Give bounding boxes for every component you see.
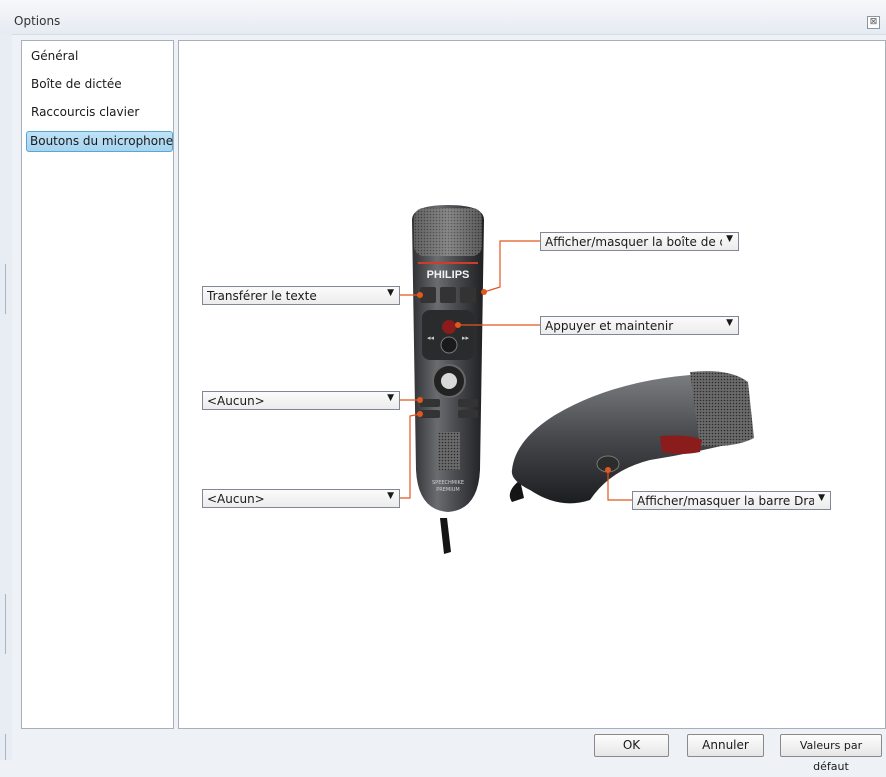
mapping-dropdown-top-right[interactable]: Afficher/masquer la boîte de dicte ▼: [540, 232, 739, 251]
mapping-dropdown-play-value: Appuyer et maintenir: [545, 319, 674, 333]
chevron-down-icon: ▼: [387, 393, 394, 403]
mapping-dropdown-top-right-value: Afficher/masquer la boîte de dicte: [545, 235, 722, 249]
mapping-dropdown-side[interactable]: Afficher/masquer la barre Dragon ▼: [632, 491, 831, 510]
speechmike-side: [509, 371, 754, 504]
mic-model-line1: SPEECHMIKE: [432, 480, 464, 486]
cancel-button[interactable]: Annuler: [687, 734, 764, 757]
mapping-dropdown-record-value: Transférer le texte: [207, 289, 317, 303]
microphone-illustration: PHILIPS ◂◂ ▸▸ SPEECHMIKE PREMIUM: [400, 205, 754, 554]
speechmike-front: PHILIPS ◂◂ ▸▸ SPEECHMIKE PREMIUM: [412, 205, 484, 554]
mapping-dropdown-side-value: Afficher/masquer la barre Dragon: [637, 494, 814, 508]
chevron-down-icon: ▼: [726, 234, 733, 244]
mapping-dropdown-play[interactable]: Appuyer et maintenir ▼: [540, 316, 739, 335]
mapping-dropdown-f2[interactable]: <Aucun> ▼: [202, 489, 400, 508]
mapping-dropdown-f2-value: <Aucun>: [207, 492, 265, 506]
chevron-down-icon: ▼: [818, 493, 825, 503]
restore-defaults-button[interactable]: Valeurs par défaut: [780, 734, 882, 773]
ok-button[interactable]: OK: [594, 734, 669, 757]
mic-model-line2: PREMIUM: [436, 487, 459, 493]
mapping-dropdown-f1-value: <Aucun>: [207, 394, 265, 408]
mapping-dropdown-f1[interactable]: <Aucun> ▼: [202, 391, 400, 410]
chevron-down-icon: ▼: [387, 491, 394, 501]
svg-text:▸▸: ▸▸: [462, 334, 470, 342]
mapping-dropdown-record[interactable]: Transférer le texte ▼: [202, 286, 400, 305]
mic-brand-label: PHILIPS: [427, 269, 470, 281]
chevron-down-icon: ▼: [387, 288, 394, 298]
svg-text:◂◂: ◂◂: [427, 334, 435, 342]
chevron-down-icon: ▼: [726, 318, 733, 328]
